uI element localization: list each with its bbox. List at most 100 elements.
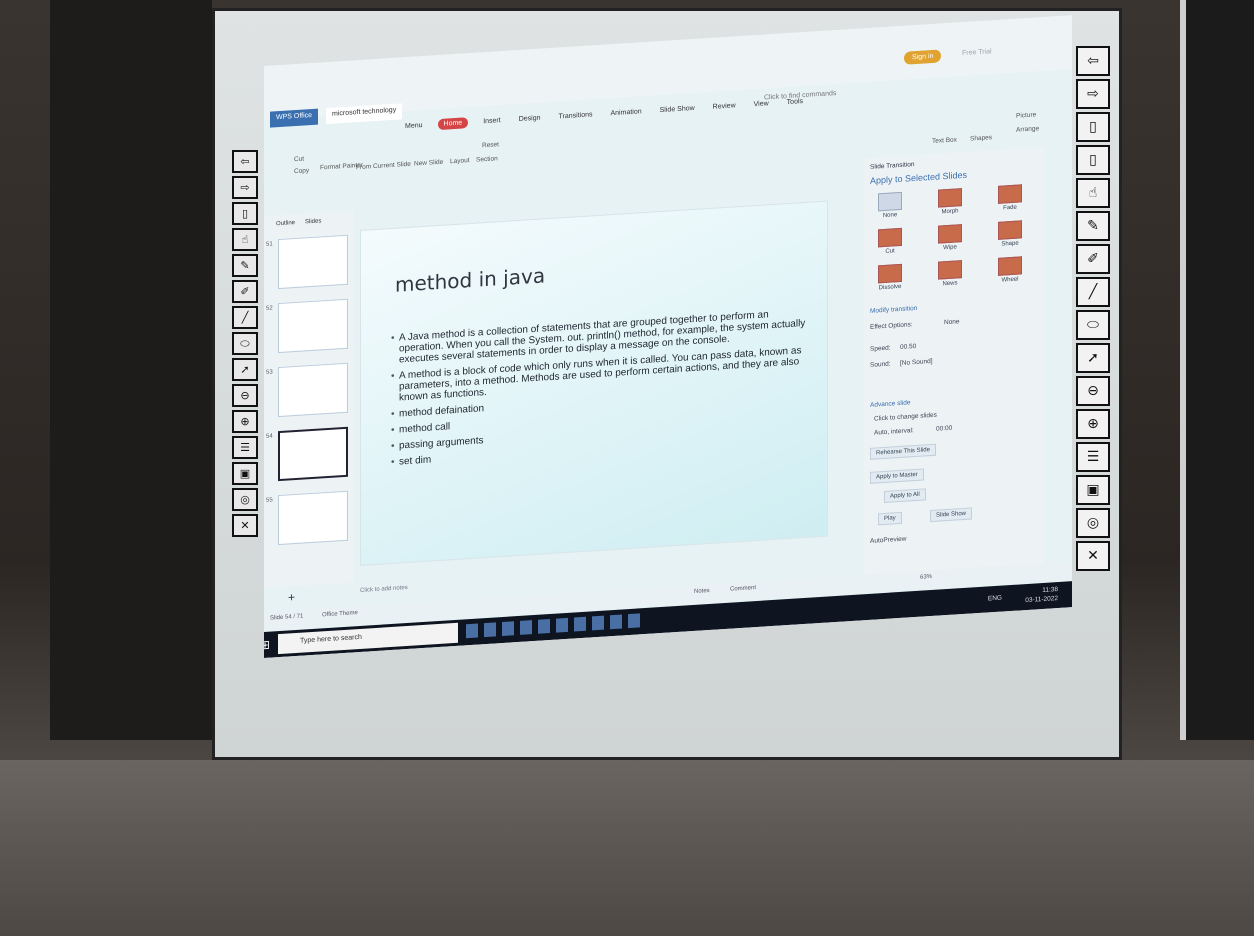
- page-forward-icon[interactable]: ⇨: [1076, 79, 1110, 109]
- text-box-button[interactable]: Text Box: [932, 136, 957, 145]
- tab-transitions[interactable]: Transitions: [556, 109, 596, 123]
- effect-wheel[interactable]: Wheel: [994, 256, 1026, 284]
- tab-tools[interactable]: Tools: [784, 96, 806, 108]
- windows-start-icon[interactable]: ⊞: [264, 638, 270, 653]
- close-icon[interactable]: ✕: [1076, 541, 1110, 571]
- effect-news[interactable]: News: [934, 260, 966, 288]
- system-clock[interactable]: 11:38 03-11-2022: [1025, 585, 1058, 605]
- effect-fade[interactable]: Fade: [994, 184, 1026, 212]
- app-icon[interactable]: [574, 616, 586, 632]
- auto-interval-input[interactable]: 00:00: [936, 425, 952, 433]
- mail-icon[interactable]: [538, 619, 550, 634]
- click-to-change-checkbox[interactable]: Click to change slides: [874, 412, 937, 423]
- effect-none[interactable]: None: [874, 191, 906, 220]
- marker-icon[interactable]: ✐: [1076, 244, 1110, 274]
- play-button[interactable]: Play: [878, 511, 902, 526]
- layers-icon[interactable]: ☰: [1076, 442, 1110, 472]
- language-indicator[interactable]: ENG: [988, 595, 1002, 603]
- picture-button[interactable]: Picture: [1016, 111, 1036, 119]
- tab-menu[interactable]: Menu: [402, 120, 426, 132]
- pen-icon[interactable]: ✎: [232, 254, 258, 277]
- slide-show-button[interactable]: Slide Show: [930, 507, 973, 523]
- reset-button[interactable]: Reset: [482, 141, 499, 149]
- page-back-icon[interactable]: ⇦: [1076, 46, 1110, 76]
- slide-thumbnail[interactable]: [278, 490, 348, 546]
- apply-master-button[interactable]: Apply to Master: [870, 468, 924, 484]
- effect-options-select[interactable]: None: [944, 318, 960, 326]
- new-page-icon[interactable]: ▯: [232, 202, 258, 225]
- chrome-icon[interactable]: [556, 617, 568, 633]
- shapes-button[interactable]: Shapes: [970, 134, 992, 142]
- layers-icon[interactable]: ☰: [232, 436, 258, 459]
- target-icon[interactable]: ◎: [232, 488, 258, 511]
- new-slide-button[interactable]: New Slide: [414, 159, 443, 168]
- from-current-slide-button[interactable]: From Current Slide: [356, 161, 411, 171]
- duplicate-page-icon[interactable]: ▯: [1076, 145, 1110, 175]
- zoom-out-icon[interactable]: ⊖: [232, 384, 258, 407]
- apply-all-button[interactable]: Apply to All: [884, 488, 926, 503]
- new-page-icon[interactable]: ▯: [1076, 112, 1110, 142]
- tab-view[interactable]: View: [751, 98, 772, 110]
- sign-in-button[interactable]: Sign in: [904, 49, 942, 65]
- notes-area[interactable]: Click to add notes: [360, 585, 408, 594]
- effect-cut[interactable]: Cut: [874, 227, 906, 256]
- tab-review[interactable]: Review: [710, 100, 739, 113]
- slide-canvas[interactable]: method in java A Java method is a collec…: [360, 200, 828, 566]
- page-back-icon[interactable]: ⇦: [232, 150, 258, 173]
- zoom-in-icon[interactable]: ⊕: [1076, 409, 1110, 439]
- sound-select[interactable]: [No Sound]: [900, 358, 933, 367]
- edge-icon[interactable]: [484, 622, 496, 638]
- comment-toggle[interactable]: Comment: [730, 585, 756, 593]
- speed-input[interactable]: 00.50: [900, 343, 916, 351]
- page-forward-icon[interactable]: ⇨: [232, 176, 258, 199]
- effect-dissolve[interactable]: Dissolve: [874, 263, 906, 292]
- store-icon[interactable]: [520, 620, 532, 635]
- auto-interval-checkbox[interactable]: Auto, interval:: [874, 427, 914, 437]
- effect-wipe[interactable]: Wipe: [934, 224, 966, 252]
- eraser-icon[interactable]: ⬭: [232, 332, 258, 355]
- app-icon[interactable]: [592, 615, 604, 631]
- tab-home[interactable]: Home: [437, 117, 469, 131]
- tab-design[interactable]: Design: [516, 112, 544, 125]
- save-icon[interactable]: ▣: [1076, 475, 1110, 505]
- tab-outline[interactable]: Outline: [276, 220, 295, 227]
- pen-icon[interactable]: ✎: [1076, 211, 1110, 241]
- app-icon[interactable]: [628, 613, 640, 629]
- target-icon[interactable]: ◎: [1076, 508, 1110, 538]
- slide-title[interactable]: method in java: [395, 263, 545, 296]
- brush-icon[interactable]: ╱: [232, 306, 258, 329]
- app-icon[interactable]: [610, 614, 622, 630]
- autopreview-checkbox[interactable]: AutoPreview: [870, 536, 907, 545]
- effect-morph[interactable]: Morph: [934, 188, 966, 216]
- notes-toggle[interactable]: Notes: [694, 588, 710, 595]
- close-icon[interactable]: ✕: [232, 514, 258, 537]
- marker-icon[interactable]: ✐: [232, 280, 258, 303]
- copy-button[interactable]: Copy: [294, 167, 309, 175]
- slide-bullets[interactable]: A Java method is a collection of stateme…: [391, 307, 811, 473]
- layout-button[interactable]: Layout: [450, 157, 470, 165]
- task-view-icon[interactable]: [466, 623, 478, 639]
- rehearse-button[interactable]: Rehearse This Slide: [870, 443, 936, 460]
- explorer-icon[interactable]: [502, 621, 514, 637]
- slide-thumbnail-selected[interactable]: [278, 426, 348, 482]
- save-icon[interactable]: ▣: [232, 462, 258, 485]
- effect-shape[interactable]: Shape: [994, 220, 1026, 248]
- arrange-button[interactable]: Arrange: [1016, 125, 1039, 133]
- eraser-icon[interactable]: ⬭: [1076, 310, 1110, 340]
- tab-animation[interactable]: Animation: [608, 106, 645, 119]
- tab-insert[interactable]: Insert: [480, 115, 504, 127]
- tab-slide-show[interactable]: Slide Show: [657, 103, 698, 117]
- slide-thumbnail[interactable]: [278, 362, 348, 418]
- slide-thumbnail[interactable]: [278, 298, 348, 354]
- tab-wps-office[interactable]: WPS Office: [270, 108, 319, 128]
- zoom-level[interactable]: 63%: [920, 574, 932, 581]
- brush-icon[interactable]: ╱: [1076, 277, 1110, 307]
- cut-button[interactable]: Cut: [294, 155, 304, 163]
- zoom-out-icon[interactable]: ⊖: [1076, 376, 1110, 406]
- section-button[interactable]: Section: [476, 155, 498, 163]
- arrow-icon[interactable]: ➚: [232, 358, 258, 381]
- arrow-icon[interactable]: ➚: [1076, 343, 1110, 373]
- hand-icon[interactable]: ☝: [1076, 178, 1110, 208]
- tab-document[interactable]: microsoft technology: [326, 103, 403, 125]
- hand-icon[interactable]: ☝: [232, 228, 258, 251]
